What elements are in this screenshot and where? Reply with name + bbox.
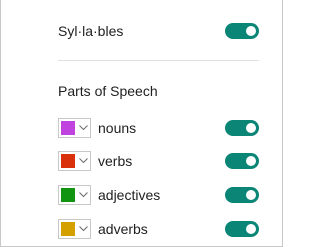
toggle-knob <box>246 190 256 200</box>
section-divider <box>58 60 259 61</box>
pos-row-adverbs: adverbs <box>58 217 259 241</box>
parts-of-speech-heading: Parts of Speech <box>58 83 158 99</box>
chevron-down-icon <box>78 156 88 166</box>
color-picker-verbs[interactable] <box>58 151 91 171</box>
chevron-down-icon <box>78 123 88 133</box>
color-swatch <box>61 121 75 135</box>
toggle-knob <box>246 156 256 166</box>
pos-row-verbs: verbs <box>58 149 259 173</box>
toggle-knob <box>246 224 256 234</box>
pos-row-adjectives: adjectives <box>58 183 259 207</box>
pos-label-adjectives: adjectives <box>98 187 161 203</box>
chevron-down-icon <box>78 190 88 200</box>
color-picker-adverbs[interactable] <box>58 219 91 239</box>
settings-panel: Syl·la·bles Parts of Speech nouns verbs <box>0 0 283 247</box>
nouns-toggle[interactable] <box>225 120 259 136</box>
pos-row-nouns: nouns <box>58 116 259 140</box>
syllables-toggle[interactable] <box>225 23 259 39</box>
pos-label-verbs: verbs <box>98 153 133 169</box>
chevron-down-icon <box>78 224 88 234</box>
color-swatch <box>61 154 75 168</box>
pos-label-adverbs: adverbs <box>98 221 148 237</box>
adjectives-toggle[interactable] <box>225 187 259 203</box>
toggle-knob <box>246 26 256 36</box>
toggle-knob <box>246 123 256 133</box>
adverbs-toggle[interactable] <box>225 221 259 237</box>
syllables-label: Syl·la·bles <box>58 23 124 39</box>
color-swatch <box>61 222 75 236</box>
color-picker-nouns[interactable] <box>58 118 91 138</box>
verbs-toggle[interactable] <box>225 153 259 169</box>
color-picker-adjectives[interactable] <box>58 185 91 205</box>
syllables-row: Syl·la·bles <box>58 19 259 43</box>
color-swatch <box>61 188 75 202</box>
parts-of-speech-heading-row: Parts of Speech <box>58 79 259 103</box>
pos-label-nouns: nouns <box>98 120 137 136</box>
